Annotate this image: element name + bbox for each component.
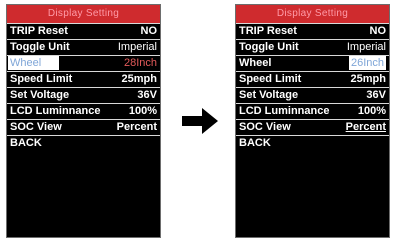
screen-title: Display Setting <box>7 5 160 24</box>
menu-item-wheel[interactable]: Wheel 26Inch <box>236 56 389 72</box>
menu-item-label: TRIP Reset <box>239 25 297 37</box>
screen-title: Display Setting <box>236 5 389 24</box>
menu-item-label: Set Voltage <box>239 89 299 101</box>
menu-item-set-voltage[interactable]: Set Voltage 36V <box>236 88 389 104</box>
menu-item-value: 100% <box>357 105 386 117</box>
menu-item-label: SOC View <box>10 121 62 133</box>
menu-item-label: SOC View <box>239 121 291 133</box>
menu-item-label-selected: Wheel <box>8 56 60 70</box>
right-arrow-icon <box>182 108 218 134</box>
menu-item-trip-reset[interactable]: TRIP Reset NO <box>7 24 160 40</box>
menu-item-label: Toggle Unit <box>10 41 70 53</box>
menu-item-label: TRIP Reset <box>10 25 68 37</box>
menu-item-value: Imperial <box>346 41 386 53</box>
menu-item-soc-view[interactable]: SOC View Percent <box>236 120 389 136</box>
menu-item-soc-view[interactable]: SOC View Percent <box>7 120 160 136</box>
display-screen-after: Display Setting TRIP Reset NO Toggle Uni… <box>235 4 390 238</box>
menu-item-trip-reset[interactable]: TRIP Reset NO <box>236 24 389 40</box>
menu-item-label: Toggle Unit <box>239 41 299 53</box>
menu-item-label: Set Voltage <box>10 89 70 101</box>
menu-item-label: LCD Luminnance <box>10 105 101 117</box>
display-screen-before: Display Setting TRIP Reset NO Toggle Uni… <box>6 4 161 238</box>
menu-item-value: 36V <box>366 89 386 101</box>
menu-item-value: 28Inch <box>123 57 157 69</box>
menu-item-value: Imperial <box>117 41 157 53</box>
menu-item-label: Speed Limit <box>10 73 73 85</box>
menu-item-value: Percent <box>345 121 386 133</box>
menu-item-speed-limit[interactable]: Speed Limit 25mph <box>236 72 389 88</box>
menu-item-speed-limit[interactable]: Speed Limit 25mph <box>7 72 160 88</box>
menu-item-label: Wheel <box>239 57 272 69</box>
menu-item-lcd-luminance[interactable]: LCD Luminnance 100% <box>7 104 160 120</box>
menu-item-wheel[interactable]: Wheel 28Inch <box>7 56 160 72</box>
menu-item-value: 25mph <box>121 73 157 85</box>
comparison-stage: Display Setting TRIP Reset NO Toggle Uni… <box>0 0 395 241</box>
menu-item-lcd-luminance[interactable]: LCD Luminnance 100% <box>236 104 389 120</box>
menu-item-toggle-unit[interactable]: Toggle Unit Imperial <box>236 40 389 56</box>
menu-item-label: LCD Luminnance <box>239 105 330 117</box>
back-button[interactable]: BACK <box>7 136 160 151</box>
menu-item-value-editing[interactable]: 26Inch <box>348 56 386 70</box>
menu-item-value: 36V <box>137 89 157 101</box>
menu-item-value: NO <box>140 25 158 37</box>
menu-item-value: 100% <box>128 105 157 117</box>
menu-item-set-voltage[interactable]: Set Voltage 36V <box>7 88 160 104</box>
menu-item-value: Percent <box>116 121 157 133</box>
menu-item-toggle-unit[interactable]: Toggle Unit Imperial <box>7 40 160 56</box>
menu-item-value: 25mph <box>350 73 386 85</box>
back-button[interactable]: BACK <box>236 136 389 151</box>
menu-item-label: Speed Limit <box>239 73 302 85</box>
menu-item-value: NO <box>369 25 387 37</box>
